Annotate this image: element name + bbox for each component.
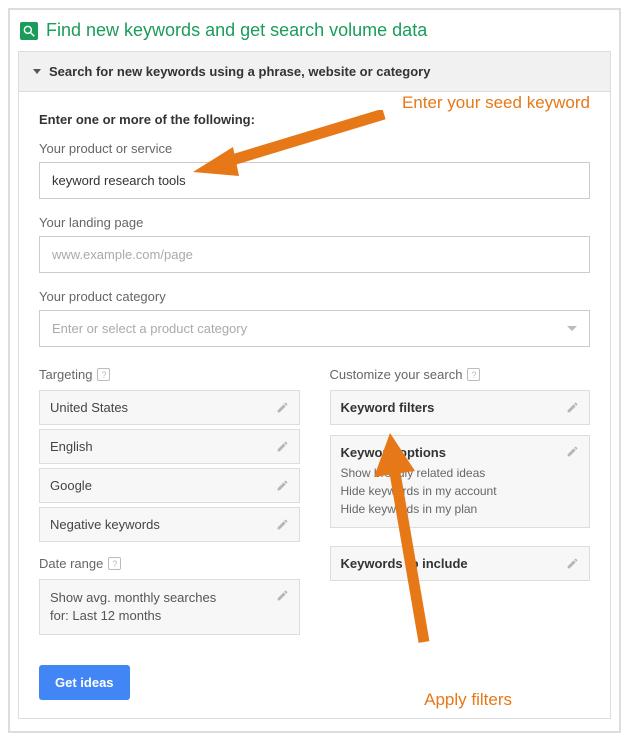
pencil-icon	[276, 401, 289, 414]
landing-label: Your landing page	[39, 215, 590, 230]
category-placeholder: Enter or select a product category	[52, 321, 247, 336]
help-icon[interactable]: ?	[467, 368, 480, 381]
chevron-down-icon	[567, 326, 577, 331]
category-select[interactable]: Enter or select a product category	[39, 310, 590, 347]
targeting-network[interactable]: Google	[39, 468, 300, 503]
accordion-header[interactable]: Search for new keywords using a phrase, …	[18, 51, 611, 92]
daterange-label: Date range ?	[39, 556, 300, 571]
annotation-seed: Enter your seed keyword	[402, 93, 590, 113]
search-icon	[20, 22, 38, 40]
section-heading: Enter one or more of the following:	[39, 112, 590, 127]
pencil-icon	[566, 401, 579, 414]
keyword-options-chip[interactable]: Keyword options Show broadly related ide…	[330, 435, 591, 528]
daterange-chip[interactable]: Show avg. monthly searches for: Last 12 …	[39, 579, 300, 635]
product-input[interactable]	[39, 162, 590, 199]
chevron-down-icon	[33, 69, 41, 74]
page-title-row: Find new keywords and get search volume …	[18, 18, 611, 51]
page-title: Find new keywords and get search volume …	[46, 20, 427, 41]
category-label: Your product category	[39, 289, 590, 304]
help-icon[interactable]: ?	[97, 368, 110, 381]
pencil-icon	[276, 440, 289, 453]
annotation-filters: Apply filters	[424, 690, 512, 710]
search-panel: Enter one or more of the following: Your…	[18, 92, 611, 719]
pencil-icon	[566, 445, 579, 458]
targeting-negative[interactable]: Negative keywords	[39, 507, 300, 542]
pencil-icon	[276, 479, 289, 492]
targeting-location[interactable]: United States	[39, 390, 300, 425]
customize-label: Customize your search ?	[330, 367, 591, 382]
targeting-language[interactable]: English	[39, 429, 300, 464]
accordion-title: Search for new keywords using a phrase, …	[49, 64, 430, 79]
pencil-icon	[276, 589, 289, 602]
help-icon[interactable]: ?	[108, 557, 121, 570]
targeting-label: Targeting ?	[39, 367, 300, 382]
pencil-icon	[276, 518, 289, 531]
product-label: Your product or service	[39, 141, 590, 156]
keywords-include-chip[interactable]: Keywords to include	[330, 546, 591, 581]
keyword-filters-chip[interactable]: Keyword filters	[330, 390, 591, 425]
landing-input[interactable]	[39, 236, 590, 273]
get-ideas-button[interactable]: Get ideas	[39, 665, 130, 700]
pencil-icon	[566, 557, 579, 570]
